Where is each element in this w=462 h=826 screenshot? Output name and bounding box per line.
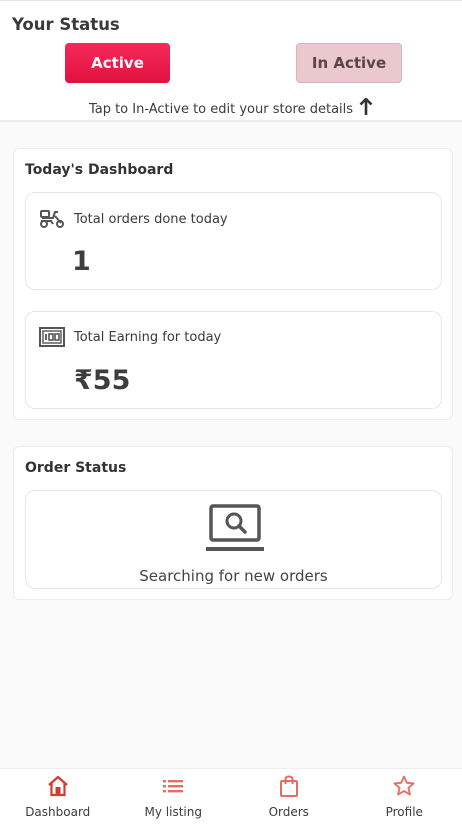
searching-card: Searching for new orders bbox=[25, 490, 442, 589]
nav-label-orders: Orders bbox=[268, 805, 309, 819]
inactive-button[interactable]: In Active bbox=[296, 43, 402, 83]
orders-card: Total orders done today 1 bbox=[25, 192, 442, 290]
bottom-nav: Dashboard My listing Orders Profile bbox=[0, 768, 462, 826]
active-button[interactable]: Active bbox=[65, 43, 170, 83]
status-title: Your Status bbox=[12, 15, 120, 34]
earning-value: ₹55 bbox=[74, 365, 131, 396]
list-icon bbox=[163, 780, 184, 793]
earning-label: Total Earning for today bbox=[74, 329, 222, 345]
star-icon bbox=[393, 775, 415, 796]
order-status-card: Order Status Searching for new orders bbox=[13, 446, 453, 600]
earning-card: Total Earning for today ₹55 bbox=[25, 311, 442, 409]
status-hint-text: Tap to In-Active to edit your store deta… bbox=[88, 102, 354, 117]
nav-item-orders[interactable]: Orders bbox=[231, 769, 347, 826]
scooter-icon bbox=[40, 210, 64, 228]
nav-label-profile: Profile bbox=[385, 805, 423, 819]
home-icon bbox=[48, 775, 68, 797]
order-status-title: Order Status bbox=[25, 460, 127, 476]
shopping-bag-icon bbox=[279, 775, 298, 797]
nav-label-dashboard: Dashboard bbox=[25, 805, 91, 819]
orders-value: 1 bbox=[72, 246, 91, 277]
laptop-search-icon bbox=[206, 504, 264, 551]
orders-label: Total orders done today bbox=[74, 211, 228, 227]
status-section: Your Status Active In Active Tap to In-A… bbox=[0, 0, 462, 122]
searching-text: Searching for new orders bbox=[139, 567, 328, 585]
dashboard-title: Today's Dashboard bbox=[25, 162, 174, 178]
money-icon bbox=[39, 327, 65, 347]
nav-label-my-listing: My listing bbox=[144, 805, 202, 819]
nav-item-dashboard[interactable]: Dashboard bbox=[0, 769, 116, 826]
arrow-up-icon bbox=[359, 97, 373, 115]
nav-item-profile[interactable]: Profile bbox=[347, 769, 462, 826]
status-hint: Tap to In-Active to edit your store deta… bbox=[0, 97, 462, 117]
nav-item-my-listing[interactable]: My listing bbox=[116, 769, 232, 826]
dashboard-card: Today's Dashboard Total orders done toda… bbox=[13, 148, 453, 420]
